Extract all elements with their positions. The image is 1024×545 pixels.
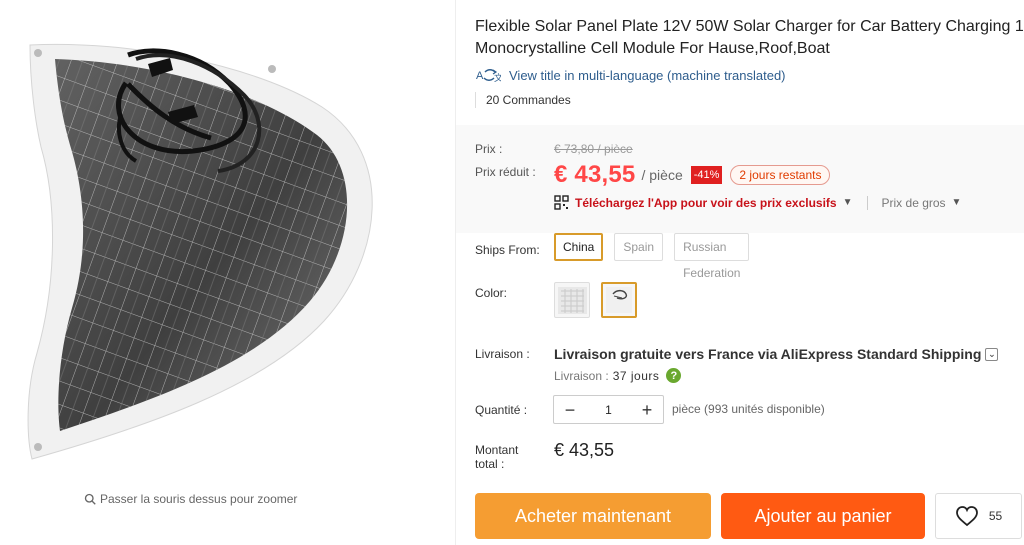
product-page: Passer la souris dessus pour zoomer Flex…: [0, 0, 1024, 545]
zoom-hint: Passer la souris dessus pour zoomer: [84, 492, 297, 506]
ships-from-row: Ships From: China Spain Russian Federati…: [475, 233, 750, 280]
delivery-time: Livraison : 37 jours ?: [554, 368, 682, 383]
price-divider: [866, 195, 868, 210]
help-icon[interactable]: ?: [666, 368, 682, 383]
delivery-time-value: 37 jours: [612, 368, 660, 383]
chevron-down-icon[interactable]: ⌄: [985, 347, 999, 361]
delivery-time-label: Livraison :: [554, 368, 609, 383]
search-icon: [84, 493, 96, 505]
translate-link[interactable]: View title in multi-language (machine tr…: [509, 68, 786, 83]
ships-from-spain[interactable]: Spain: [614, 233, 664, 261]
wishlist-count: 55: [988, 509, 1003, 523]
sale-price: € 43,55: [554, 161, 636, 188]
plus-icon[interactable]: +: [639, 401, 655, 419]
product-info-panel: Flexible Solar Panel Plate 12V 50W Solar…: [455, 0, 1024, 545]
discount-badge: -41%: [690, 166, 723, 184]
solar-panel-image[interactable]: [10, 35, 430, 465]
product-title: Flexible Solar Panel Plate 12V 50W Solar…: [475, 16, 1024, 60]
download-app-link[interactable]: Téléchargez l'App pour voir des prix exc…: [575, 196, 837, 210]
translate-row[interactable]: A 文 View title in multi-language (machin…: [475, 66, 1024, 84]
title-block: Flexible Solar Panel Plate 12V 50W Solar…: [456, 16, 1024, 108]
color-options: [554, 282, 637, 318]
delivery-method-text[interactable]: Livraison gratuite vers France via AliEx…: [554, 346, 981, 362]
original-price: € 73,80 / pièce: [554, 142, 633, 156]
color-label: Color:: [475, 286, 508, 300]
quantity-row: Quantité : − 1 + pièce (993 unités dispo…: [475, 395, 825, 424]
panel-thumbnail-icon: [557, 286, 587, 314]
product-title-line-2: Monocrystalline Cell Module For Hause,Ro…: [475, 40, 830, 57]
buy-now-button[interactable]: Acheter maintenant: [475, 493, 711, 539]
quantity-value[interactable]: 1: [589, 403, 629, 417]
total-label: Montant total :: [475, 443, 519, 471]
minus-icon[interactable]: −: [562, 401, 578, 419]
translate-icon: A 文: [476, 69, 501, 83]
delivery-row: Livraison : Livraison gratuite vers Fran…: [475, 345, 1020, 383]
color-swatch-cable-panel[interactable]: [601, 282, 637, 318]
wishlist-button[interactable]: 55: [935, 493, 1022, 539]
quantity-stepper[interactable]: − 1 +: [553, 395, 664, 424]
app-dropdown-icon[interactable]: ▼: [843, 197, 853, 208]
heart-icon: [955, 506, 978, 527]
product-title-line-1: Flexible Solar Panel Plate 12V 50W Solar…: [475, 18, 1024, 35]
svg-text:文: 文: [494, 72, 501, 83]
app-promo-row: Téléchargez l'App pour voir des prix exc…: [554, 195, 961, 210]
sale-price-row: € 43,55 / pièce -41% 2 jours restants: [554, 161, 831, 189]
product-gallery: Passer la souris dessus pour zoomer: [0, 0, 455, 545]
svg-text:A: A: [476, 70, 484, 82]
qr-code-icon: [554, 195, 569, 210]
ships-from-china[interactable]: China: [554, 233, 604, 261]
wholesale-price-link[interactable]: Prix de gros: [882, 196, 946, 210]
add-to-cart-button[interactable]: Ajouter au panier: [721, 493, 925, 539]
zoom-hint-text: Passer la souris dessus pour zoomer: [100, 492, 298, 506]
ships-from-label: Ships From:: [475, 243, 540, 257]
wholesale-dropdown-icon[interactable]: ▼: [952, 197, 962, 208]
original-price-label: Prix :: [475, 142, 503, 156]
stock-availability: pièce (993 unités disponible): [672, 402, 825, 416]
delivery-method[interactable]: Livraison gratuite vers France via AliEx…: [554, 346, 999, 362]
total-row: Montant total : € 43,55: [475, 440, 614, 471]
price-unit: / pièce: [641, 167, 683, 183]
ships-from-russian-federation[interactable]: Russian Federation: [674, 233, 750, 280]
ships-from-options: China Spain Russian Federation: [554, 233, 750, 280]
total-value: € 43,55: [554, 440, 615, 460]
quantity-label: Quantité :: [475, 403, 528, 417]
price-section: Prix : € 73,80 / pièce Prix réduit : € 4…: [456, 125, 1024, 233]
color-row: Color:: [475, 282, 637, 318]
days-remaining-badge: 2 jours restants: [730, 165, 831, 185]
delivery-label: Livraison :: [475, 347, 530, 361]
color-swatch-panel[interactable]: [554, 282, 590, 318]
orders-count: 20 Commandes: [475, 92, 1024, 108]
cable-thumbnail-icon: [606, 287, 632, 313]
purchase-actions: Acheter maintenant Ajouter au panier 55: [475, 493, 1022, 539]
sale-price-label: Prix réduit :: [475, 165, 536, 179]
